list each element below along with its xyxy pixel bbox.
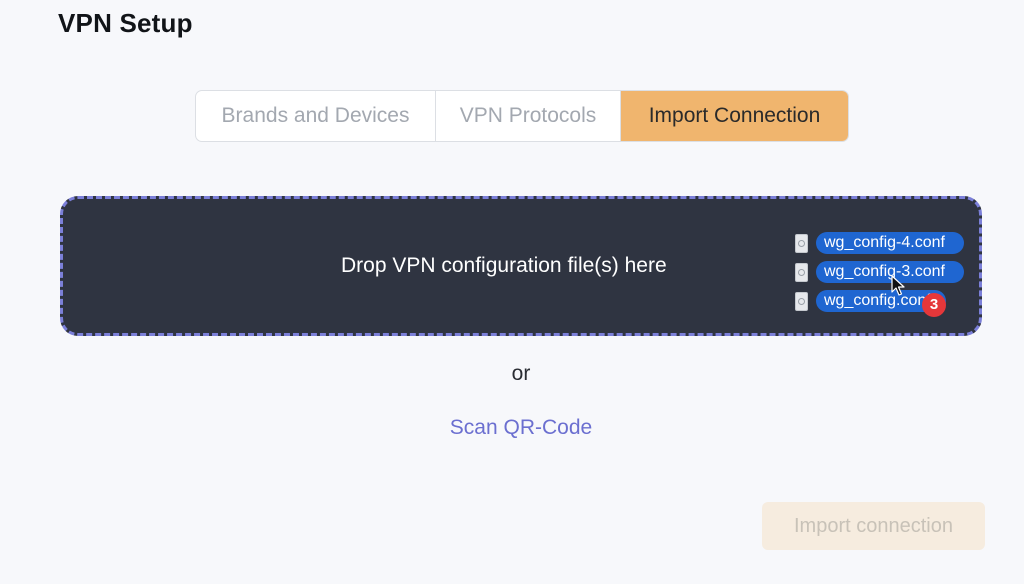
dragged-file-name: wg_config-4.conf (816, 232, 964, 254)
config-file-icon (795, 233, 808, 253)
dragged-file: wg_config.conf 3 (795, 290, 964, 317)
config-file-icon (795, 291, 808, 311)
mouse-pointer-icon (891, 275, 905, 296)
page-title: VPN Setup (58, 8, 193, 38)
scan-qr-code-link[interactable]: Scan QR-Code (0, 416, 1024, 440)
import-connection-button[interactable]: Import connection (762, 502, 985, 550)
file-dropzone[interactable]: Drop VPN configuration file(s) here wg_c… (60, 196, 982, 336)
or-separator: or (511, 362, 531, 385)
dragged-count-badge: 3 (922, 293, 946, 317)
vpn-setup-page: VPN Setup Brands and Devices VPN Protoco… (0, 0, 1024, 584)
setup-tabs: Brands and Devices VPN Protocols Import … (195, 90, 849, 142)
dragged-file-name: wg_config-3.conf (816, 261, 964, 283)
dragged-files-preview: wg_config-4.conf wg_config-3.conf wg_con… (795, 232, 964, 319)
dragged-file: wg_config-4.conf (795, 232, 964, 254)
dragged-file: wg_config-3.conf (795, 261, 964, 283)
tab-brands-and-devices[interactable]: Brands and Devices (196, 91, 436, 141)
tab-import-connection[interactable]: Import Connection (621, 91, 848, 141)
tab-vpn-protocols[interactable]: VPN Protocols (436, 91, 621, 141)
dropzone-text: Drop VPN configuration file(s) here (341, 254, 667, 277)
config-file-icon (795, 262, 808, 282)
